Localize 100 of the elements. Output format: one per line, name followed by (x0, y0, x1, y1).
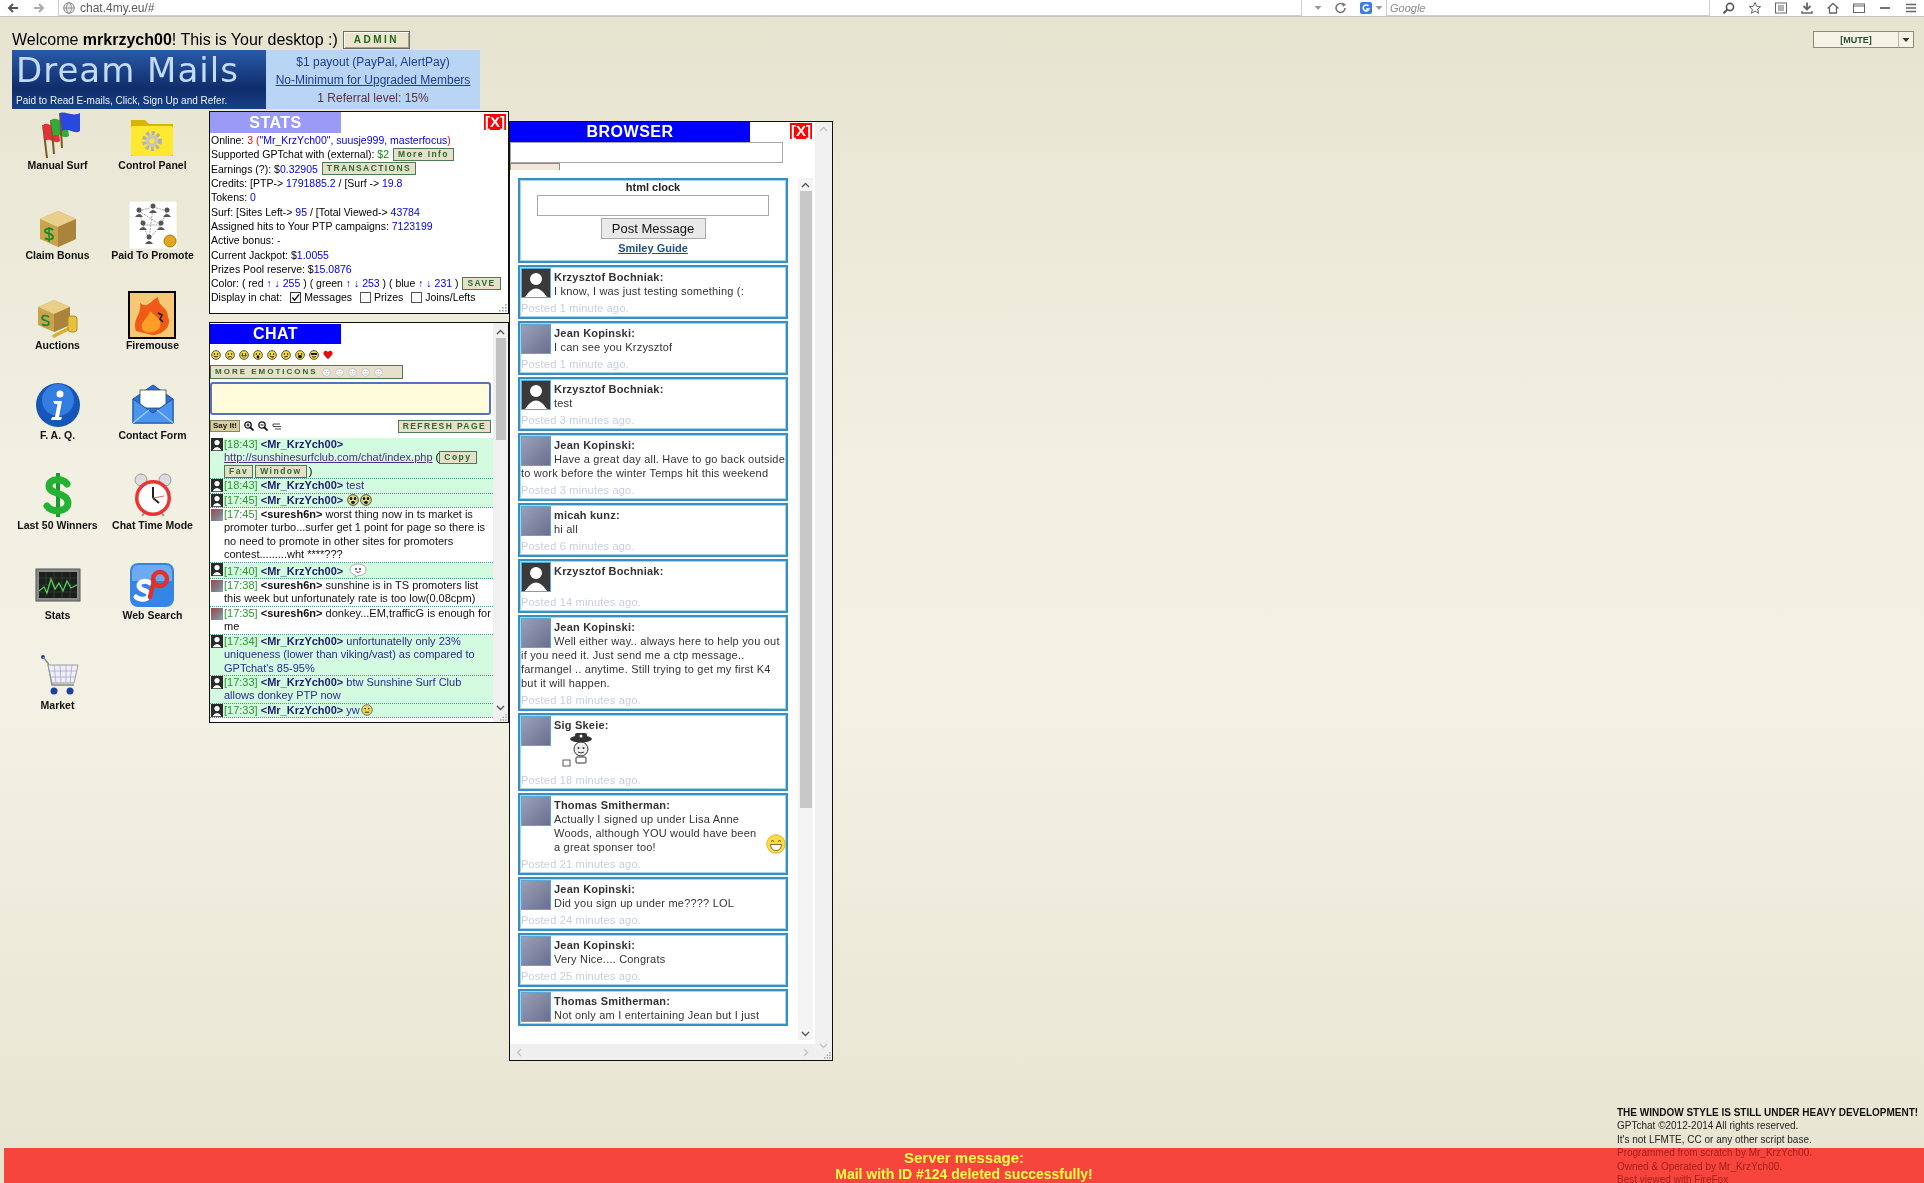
refresh-button[interactable]: REFRESH PAGE (397, 419, 491, 433)
avatar-photo (521, 618, 551, 648)
desktop-shortcut[interactable]: Chat Time Mode (112, 470, 193, 532)
smiley-guide-link[interactable]: Smiley Guide (618, 242, 688, 255)
avatar-photo (521, 436, 551, 466)
more-emoticons-button[interactable]: MORE EMOTICONS (210, 365, 403, 379)
post-message: Did you sign up under me???? LOL (554, 897, 735, 909)
heart-icon[interactable] (323, 350, 333, 360)
message-action-button[interactable]: Copy (439, 451, 477, 465)
checkbox[interactable] (290, 291, 302, 303)
address-bar[interactable]: chat.4my.eu/# (58, 0, 1302, 16)
close-button[interactable]: [X] (483, 113, 507, 131)
message-input[interactable] (210, 382, 491, 415)
sunglasses-face-icon[interactable] (309, 350, 319, 360)
scroll-up-icon[interactable] (496, 329, 505, 335)
post-time: Posted 3 minutes ago. (521, 414, 635, 426)
scrollbar[interactable] (815, 122, 832, 1060)
stats-text: Active bonus: - (211, 234, 281, 247)
desktop-shortcut[interactable]: Control Panel (118, 110, 187, 172)
desktop-shortcut[interactable]: Stats (33, 560, 82, 622)
message-action-button[interactable]: Window (255, 464, 307, 478)
stats-text: Online: 3 ("Mr_KrzYch00", suusje999, masterfocus) (211, 134, 451, 147)
desktop-shortcut[interactable]: Last 50 Winners (17, 470, 98, 532)
message-field[interactable] (537, 195, 769, 216)
checkbox[interactable] (411, 291, 423, 303)
post-author: Sig Skeie: (554, 719, 609, 731)
stats-text: Current Jackpot: $1.0055 (211, 248, 329, 261)
wrap-lines-icon[interactable] (272, 421, 282, 431)
back-arrow-icon[interactable] (6, 2, 20, 14)
post-author: Thomas Smitherman: (554, 799, 671, 811)
post-author: Krzysztof Bochniak: (554, 383, 664, 395)
window-icon[interactable] (1852, 2, 1866, 14)
faint-face-icon (360, 367, 370, 377)
desktop-shortcut[interactable]: Market (33, 650, 82, 712)
scroll-up-icon[interactable] (801, 182, 810, 188)
menu-icon[interactable] (1904, 2, 1918, 14)
desktop-shortcut[interactable]: Web Search (122, 560, 183, 622)
partial-button[interactable] (510, 163, 560, 170)
close-button[interactable]: [X] (789, 122, 813, 140)
message-text: [17:35] <suresh6n> donkey...EM,trafficG is enough for me (224, 606, 491, 633)
search-icon[interactable] (1722, 2, 1736, 14)
open-mouth-face-icon[interactable] (295, 350, 305, 360)
banner-logo: Dream Mails (16, 51, 239, 89)
stats-button[interactable]: More Info (393, 147, 454, 161)
surprised-face-icon[interactable] (253, 350, 263, 360)
search-engine-icon[interactable] (1360, 2, 1372, 14)
zoom-in-icon[interactable] (244, 421, 254, 431)
say-button[interactable]: Say It! (210, 420, 240, 432)
tongue-face-icon[interactable] (267, 350, 277, 360)
desktop-shortcut[interactable]: F. A. Q. (33, 380, 82, 442)
home-icon[interactable] (1826, 2, 1840, 14)
post-message: hi all (554, 523, 578, 535)
desktop-shortcut[interactable]: Auctions (33, 290, 82, 352)
stats-button[interactable]: SAVE (462, 276, 501, 290)
banner-link[interactable]: No-Minimum for Upgraded Members (275, 70, 471, 89)
stats-text: Prizes Pool reserve: $15.0876 (211, 262, 352, 275)
desktop-shortcut[interactable]: Firemouse (125, 290, 180, 352)
resize-grip-icon[interactable] (499, 304, 507, 312)
smiley-icon[interactable] (211, 350, 221, 360)
mute-dropdown[interactable]: [MUTE] (1813, 31, 1914, 48)
zoom-out-icon[interactable] (258, 421, 268, 431)
url-field[interactable] (510, 142, 783, 163)
scrollbar-thumb[interactable] (799, 191, 812, 808)
message-text: [17:40] <Mr_KrzYch00> (224, 564, 344, 577)
star-icon[interactable] (1748, 2, 1762, 14)
desktop-shortcut[interactable]: Contact Form (118, 380, 187, 442)
list-icon[interactable] (1774, 2, 1788, 14)
desktop-shortcut[interactable]: Manual Surf (27, 110, 88, 172)
frown-face-icon[interactable] (281, 350, 291, 360)
admin-button[interactable]: ADMIN (342, 30, 411, 49)
form-title: html clock (625, 181, 681, 194)
reload-icon[interactable] (1334, 2, 1348, 14)
checkbox[interactable] (360, 291, 372, 303)
banner-logo-panel[interactable]: Dream Mails Paid to Read E-mails, Click, Sign Up and Refer. (12, 50, 266, 109)
download-icon[interactable] (1800, 2, 1814, 14)
stats-button[interactable]: TRANSACTIONS (321, 162, 417, 176)
search-field[interactable]: Google (1386, 0, 1710, 16)
sad-face-icon[interactable] (225, 350, 235, 360)
scrollbar[interactable] (798, 178, 813, 1040)
desktop-shortcut[interactable]: Claim Bonus (25, 200, 90, 262)
post-message-button[interactable]: Post Message (600, 218, 706, 239)
post-time: Posted 14 minutes ago. (521, 596, 641, 608)
caret-icon[interactable] (1314, 5, 1322, 11)
desktop-shortcut[interactable]: Paid To Promote (111, 200, 194, 262)
banner-text-panel[interactable]: $1 payout (PayPal, AlertPay) No-Minimum for Upgraded Members 1 Referral level: 15% (266, 50, 480, 109)
post-message: Not only am I entertaining Jean but I just (554, 1009, 760, 1021)
scrollbar[interactable] (493, 323, 508, 722)
resize-grip-icon[interactable] (500, 714, 507, 721)
resize-grip-icon[interactable] (824, 1052, 831, 1059)
stats-text: Earnings (?): $0.32905 (211, 162, 318, 175)
scroll-down-icon[interactable] (496, 705, 505, 711)
caret-icon[interactable] (1375, 5, 1383, 11)
scrollbar-thumb[interactable] (495, 338, 506, 440)
post-message: test (554, 397, 573, 409)
bracket-text: ( (435, 451, 440, 464)
message-link[interactable]: http://sunshinesurfclub.com/chat/index.php (224, 451, 433, 464)
message-text: [17:33] <Mr_KrzYch00> yw (224, 703, 360, 716)
grin-face-icon[interactable] (239, 350, 249, 360)
tile-logo-icon (128, 561, 177, 609)
message-action-button[interactable]: Fav (224, 464, 254, 478)
